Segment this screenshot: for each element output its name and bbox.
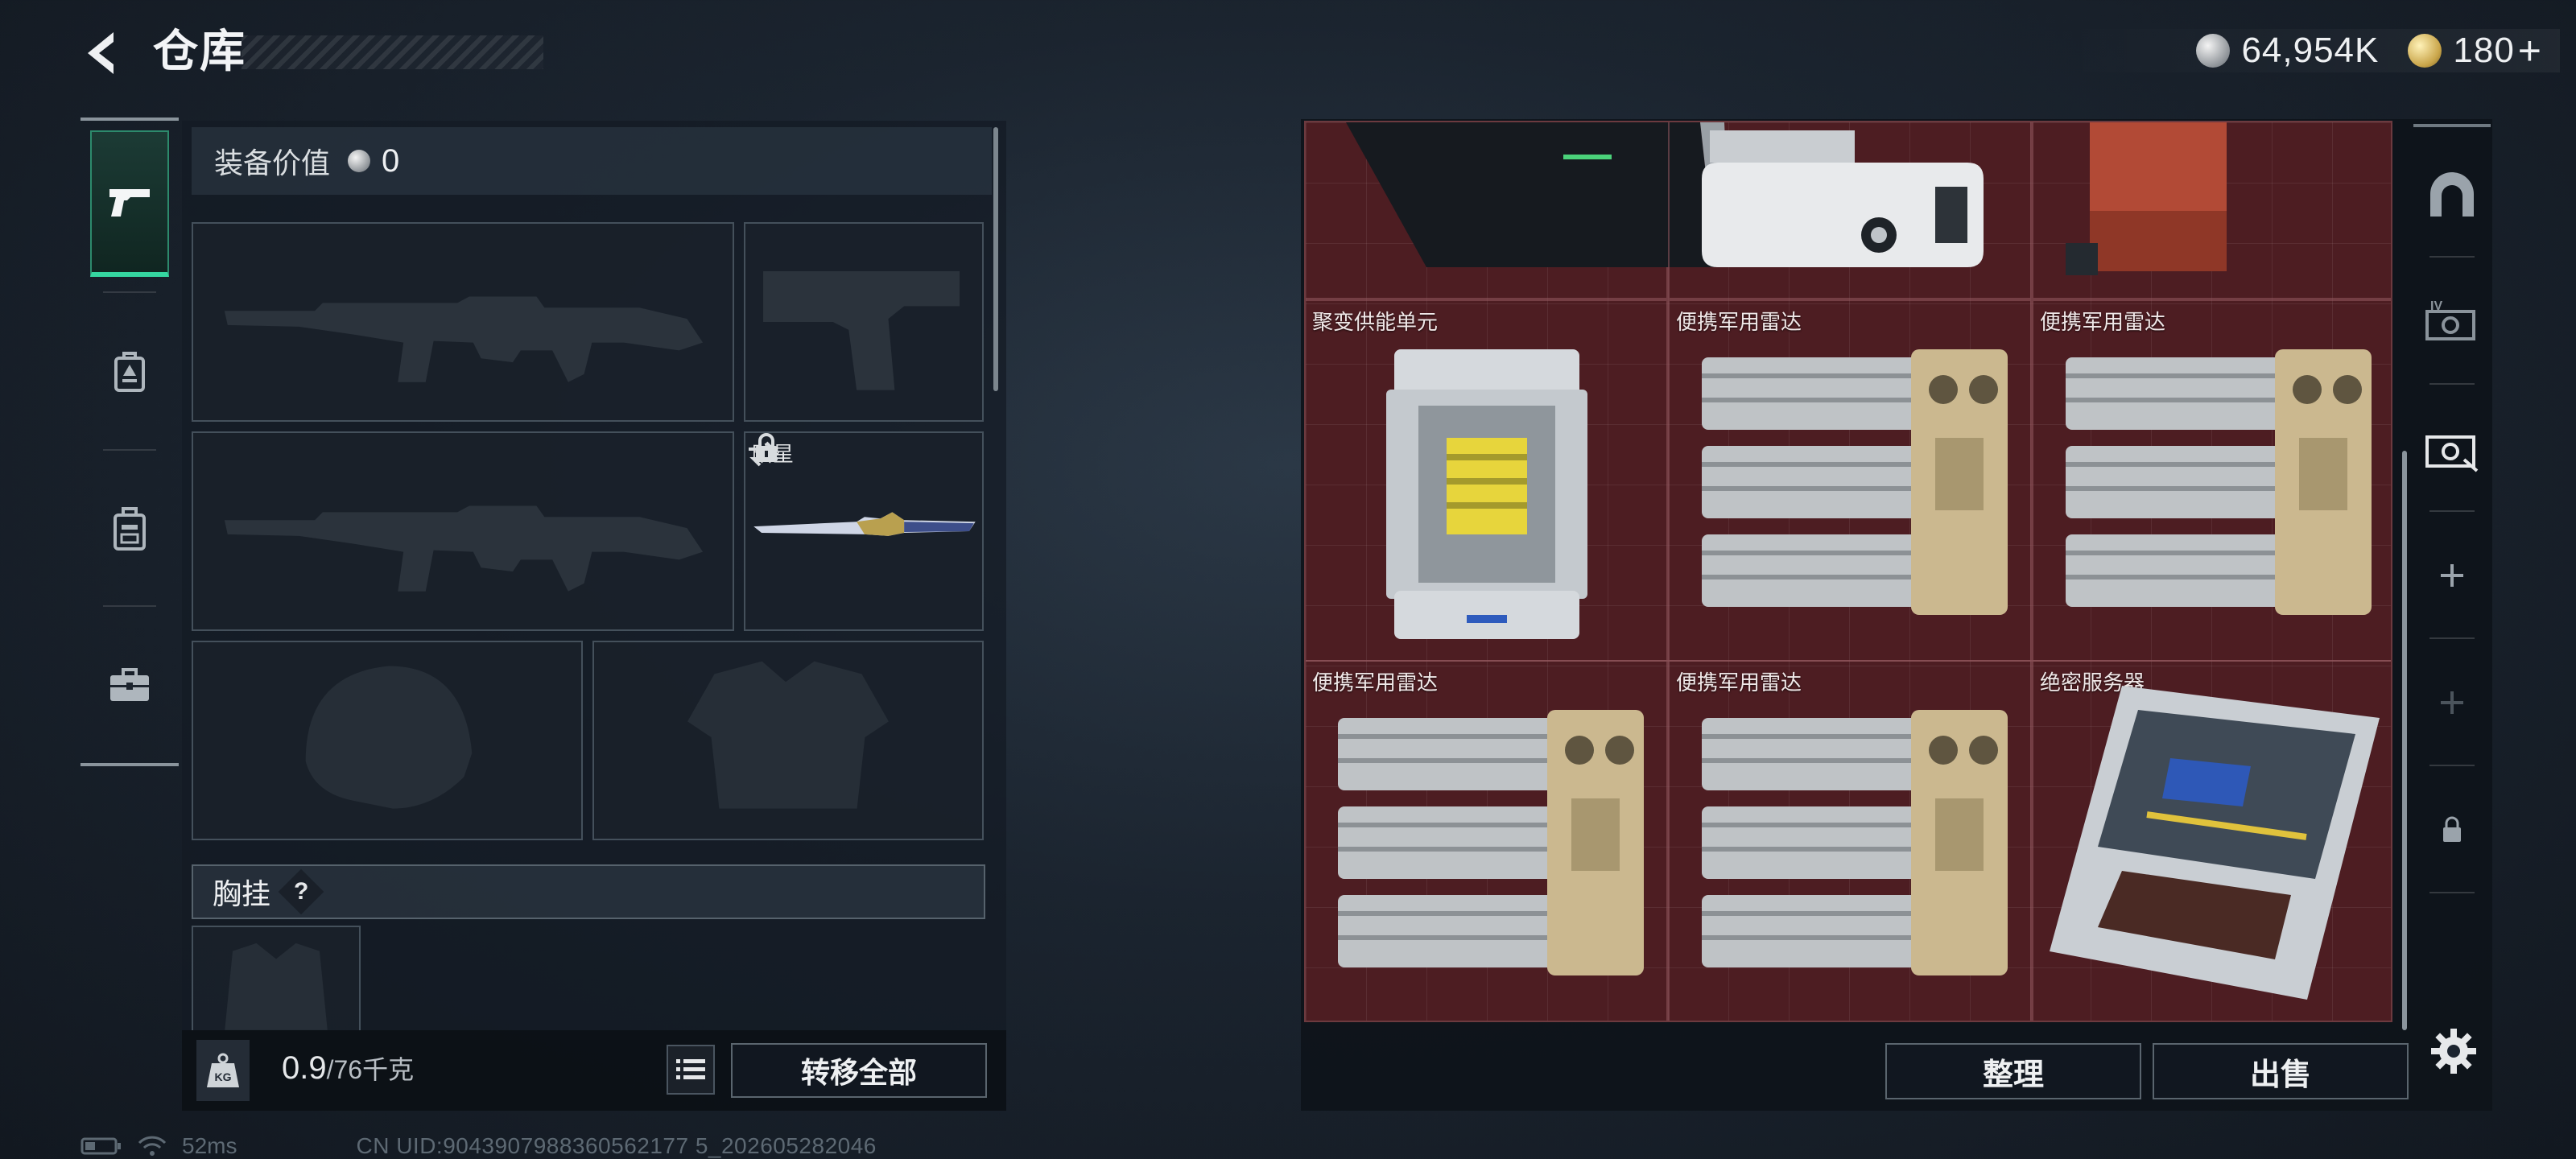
tab-weapons[interactable]	[90, 130, 169, 277]
title-decoration	[242, 35, 543, 69]
stash-grid: 聚变供能单元 便携军用雷达 便携军用雷达 便携军用雷达 便携军用雷达 绝密服务器	[1304, 121, 2392, 1022]
tab-backpack[interactable]	[90, 456, 169, 602]
equipment-scrollbar[interactable]	[993, 127, 998, 391]
equipment-value-amount: 0	[382, 142, 400, 179]
transfer-all-button[interactable]: 转移全部	[731, 1043, 987, 1098]
gold-balance: 180	[2453, 31, 2515, 70]
vest-silhouette-icon	[687, 661, 889, 809]
tab-armor[interactable]	[90, 299, 169, 446]
sell-button[interactable]: 出售	[2153, 1043, 2409, 1099]
lock-icon	[2443, 816, 2461, 842]
lock-icon	[756, 433, 777, 462]
pistol-silhouette-icon	[763, 271, 960, 390]
item-name: 便携军用雷达	[1676, 310, 1802, 334]
red-box-icon	[2066, 122, 2227, 275]
sort-button[interactable]: 整理	[1885, 1043, 2141, 1099]
stash-item[interactable]: 便携军用雷达	[1668, 299, 2032, 662]
ping-value: 52ms	[182, 1133, 237, 1158]
gold-topup-button[interactable]: +	[2518, 27, 2542, 74]
stash-item[interactable]	[2032, 122, 2391, 299]
tab-stash-active[interactable]	[2413, 388, 2491, 509]
tab-home[interactable]	[2413, 135, 2491, 256]
device-icon	[1702, 130, 1984, 267]
currency-bar: 64,954K 180 +	[2061, 27, 2560, 74]
stash-tier-4-icon: IV	[2425, 299, 2475, 340]
gear-icon	[2431, 1029, 2476, 1074]
stash-scrollbar[interactable]	[2402, 451, 2407, 1030]
portable-radar-icon	[1702, 710, 2008, 975]
rifle-silhouette-icon	[224, 505, 704, 592]
rifle-silhouette-icon	[224, 296, 704, 382]
silver-coin-icon	[2196, 34, 2231, 68]
pistol-icon	[109, 189, 150, 217]
portable-radar-icon	[1338, 710, 1644, 975]
svg-text:IV: IV	[2430, 299, 2442, 313]
item-name: 便携军用雷达	[2040, 310, 2166, 334]
silver-balance: 64,954K	[2241, 31, 2380, 70]
plus-dim-icon	[2441, 691, 2463, 714]
primary-weapon-slot[interactable]	[192, 222, 734, 422]
briefcase-icon	[110, 668, 149, 701]
chest-rig-slot[interactable]	[192, 926, 361, 1030]
tab-add-page[interactable]	[2413, 515, 2491, 636]
chest-rig-silhouette-icon	[225, 942, 328, 1030]
portable-radar-icon	[2066, 349, 2372, 615]
secondary-weapon-slot[interactable]	[192, 431, 734, 631]
backpack-icon	[114, 507, 146, 551]
portable-radar-icon	[1702, 349, 2008, 615]
question-icon: ?	[293, 877, 309, 905]
weight-icon: KG	[196, 1040, 250, 1101]
settings-button[interactable]	[2425, 1022, 2483, 1080]
svg-text:KG: KG	[215, 1070, 232, 1083]
chest-rig-label: 胸挂	[213, 877, 271, 910]
stash-item[interactable]: 聚变供能单元	[1306, 299, 1668, 662]
item-name: 聚变供能单元	[1312, 310, 1439, 334]
armor-badge-icon	[114, 352, 145, 392]
stash-page-tabs: IV	[2413, 124, 2491, 1022]
chevron-left-icon	[88, 32, 114, 74]
equipment-value-bar: 装备价值 0	[192, 127, 992, 195]
equipment-value-label: 装备价值	[214, 146, 331, 179]
stash-active-icon	[2425, 435, 2479, 472]
stash-item[interactable]	[1668, 122, 2032, 299]
helmet-slot[interactable]	[192, 641, 583, 840]
stash-item[interactable]: 便携军用雷达	[1306, 660, 1668, 1021]
carry-weight-current: 0.9	[282, 1050, 327, 1086]
helmet-silhouette-icon	[305, 666, 473, 809]
chest-rig-header: 胸挂 ?	[192, 864, 985, 919]
body-armor-slot[interactable]	[592, 641, 984, 840]
tab-briefcase[interactable]	[90, 612, 169, 758]
stash-item[interactable]: 便携军用雷达	[1668, 660, 2032, 1021]
tab-stash-tier-4[interactable]: IV	[2413, 261, 2491, 382]
item-name: 便携军用雷达	[1676, 670, 1802, 695]
user-uid: CN UID:9043907988360562177 5_20260528204…	[356, 1133, 877, 1158]
knife-icon	[753, 512, 976, 536]
stash-item[interactable]	[1306, 122, 1731, 299]
wifi-icon	[138, 1136, 167, 1156]
silver-coin-icon	[348, 150, 371, 172]
back-button[interactable]	[77, 24, 129, 82]
tab-locked[interactable]	[2413, 769, 2491, 890]
equipment-category-tabs	[80, 118, 179, 766]
help-button[interactable]: ?	[278, 868, 324, 915]
battery-icon	[80, 1137, 121, 1155]
tab-add-page-disabled[interactable]	[2413, 642, 2491, 763]
status-bar: 52ms CN UID:9043907988360562177 5_202605…	[80, 1130, 877, 1159]
carry-weight: 0.9/76千克	[282, 1050, 414, 1087]
fusion-power-unit-icon	[1386, 349, 1587, 639]
plus-icon	[2441, 564, 2463, 587]
pistol-slot[interactable]	[744, 222, 984, 422]
list-icon	[676, 1059, 705, 1079]
list-view-button[interactable]	[667, 1045, 715, 1095]
classified-server-icon	[2050, 686, 2380, 1000]
home-icon	[2430, 172, 2474, 217]
page-title: 仓库	[153, 26, 246, 76]
carry-weight-max: /76千克	[326, 1055, 415, 1084]
melee-slot[interactable]: 暗星	[744, 431, 984, 631]
gold-coin-icon	[2408, 34, 2442, 68]
item-name: 便携军用雷达	[1312, 670, 1439, 695]
stash-item[interactable]: 绝密服务器	[2032, 660, 2391, 1021]
stash-item[interactable]: 便携军用雷达	[2032, 299, 2391, 662]
